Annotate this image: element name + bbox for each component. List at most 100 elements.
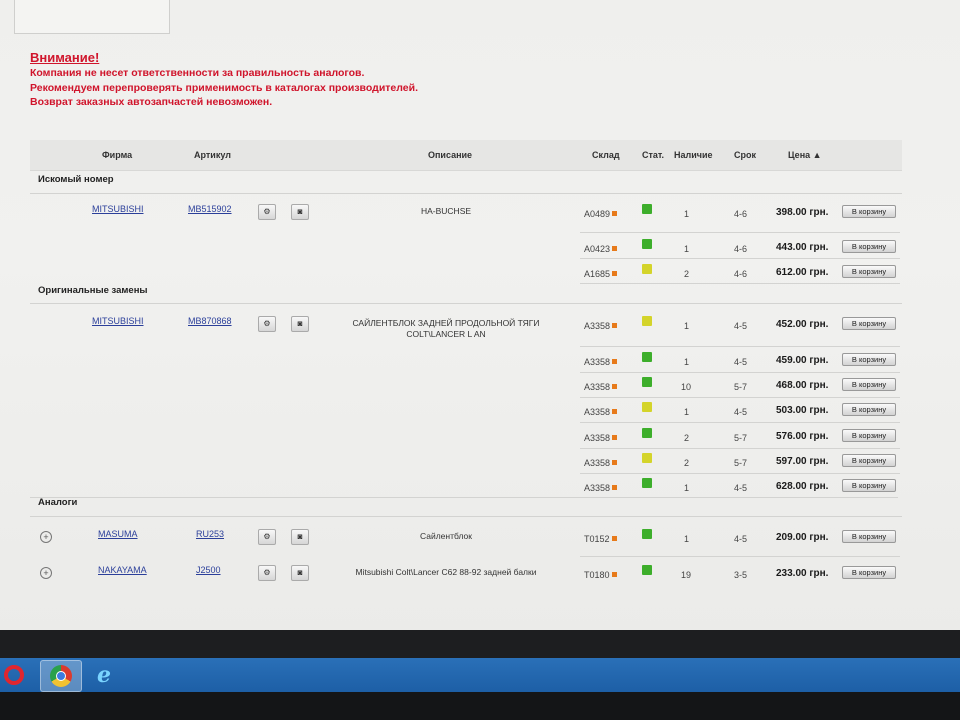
warehouse-code-text: A0423 (584, 244, 611, 254)
add-to-cart-button[interactable]: В корзину (842, 378, 896, 391)
price: 459.00 грн. (776, 355, 829, 366)
add-to-cart-button[interactable]: В корзину (842, 566, 896, 579)
camera-button[interactable]: ◙ (291, 316, 309, 332)
article-link-text[interactable]: MB515902 (188, 204, 232, 214)
internet-explorer-icon[interactable]: e (84, 660, 124, 690)
article-link-text[interactable]: RU253 (196, 529, 224, 539)
add-to-cart-button[interactable]: В корзину (842, 205, 896, 218)
add-to-cart-button[interactable]: В корзину (842, 353, 896, 366)
expand-icon[interactable]: + (40, 531, 52, 543)
article-link-text[interactable]: J2500 (196, 565, 221, 575)
section-analogs: Аналоги (38, 497, 78, 508)
col-term[interactable]: Срок (734, 150, 756, 160)
settings-button[interactable]: ⚙ (258, 565, 276, 581)
delivery-term: 4-5 (734, 407, 748, 417)
divider (30, 193, 902, 194)
status-indicator (642, 565, 652, 575)
article-link[interactable]: RU253 (196, 529, 224, 539)
quantity: 1 (684, 209, 690, 219)
price: 443.00 грн. (776, 242, 829, 253)
price: 597.00 грн. (776, 456, 829, 467)
flag-icon (612, 460, 618, 465)
col-description[interactable]: Описание (428, 150, 472, 160)
firm-link-text[interactable]: MASUMA (98, 529, 138, 539)
col-availability[interactable]: Наличие (674, 150, 713, 160)
firm-link-text[interactable]: NAKAYAMA (98, 565, 147, 575)
firm-link[interactable]: MASUMA (98, 529, 138, 539)
add-to-cart-button[interactable]: В корзину (842, 429, 896, 442)
row-divider (580, 258, 900, 259)
col-price[interactable]: Цена ▲ (788, 150, 822, 160)
quantity: 2 (684, 269, 690, 279)
add-to-cart-button[interactable]: В корзину (842, 454, 896, 467)
quantity: 19 (681, 570, 692, 580)
price: 233.00 грн. (776, 568, 829, 579)
col-warehouse[interactable]: Склад (592, 150, 620, 160)
row-divider (580, 397, 900, 398)
row-divider (580, 372, 900, 373)
article-link-text[interactable]: MB870868 (188, 316, 232, 326)
price: 503.00 грн. (776, 405, 829, 416)
header-box (14, 0, 170, 34)
col-firm[interactable]: Фирма (102, 150, 132, 160)
col-article[interactable]: Артикул (194, 150, 231, 160)
warehouse-code-text: A3358 (584, 321, 611, 331)
section-searched: Искомый номер (38, 174, 114, 185)
quantity: 2 (684, 458, 690, 468)
camera-button[interactable]: ◙ (291, 565, 309, 581)
price: 576.00 грн. (776, 431, 829, 442)
warehouse-code: A3358 (584, 357, 618, 367)
quantity: 1 (684, 321, 690, 331)
flag-icon (612, 409, 618, 414)
settings-button[interactable]: ⚙ (258, 529, 276, 545)
warning-notice: Внимание! Компания не несет ответственно… (30, 50, 418, 110)
add-to-cart-button[interactable]: В корзину (842, 479, 896, 492)
add-to-cart-button[interactable]: В корзину (842, 265, 896, 278)
section-original: Оригинальные замены (38, 285, 148, 296)
camera-button[interactable]: ◙ (291, 529, 309, 545)
warehouse-code: A3358 (584, 458, 618, 468)
firm-link-text[interactable]: MITSUBISHI (92, 316, 144, 326)
row-divider (580, 448, 900, 449)
camera-button[interactable]: ◙ (291, 204, 309, 220)
price: 452.00 грн. (776, 319, 829, 330)
expand-icon[interactable]: + (40, 567, 52, 579)
add-to-cart-button[interactable]: В корзину (842, 403, 896, 416)
settings-button[interactable]: ⚙ (258, 204, 276, 220)
article-link[interactable]: MB870868 (188, 316, 232, 326)
flag-icon (612, 323, 618, 328)
status-indicator (642, 316, 652, 326)
status-indicator (642, 428, 652, 438)
col-status[interactable]: Стат. (642, 150, 664, 160)
row-divider (580, 422, 900, 423)
warehouse-code: A3358 (584, 321, 618, 331)
quantity: 1 (684, 534, 690, 544)
settings-button[interactable]: ⚙ (258, 316, 276, 332)
add-to-cart-button[interactable]: В корзину (842, 530, 896, 543)
add-to-cart-button[interactable]: В корзину (842, 317, 896, 330)
delivery-term: 5-7 (734, 458, 748, 468)
firm-link[interactable]: MITSUBISHI (92, 204, 144, 214)
delivery-term: 4-6 (734, 209, 748, 219)
article-link[interactable]: J2500 (196, 565, 221, 575)
warehouse-code-text: A3358 (584, 483, 611, 493)
article-link[interactable]: MB515902 (188, 204, 232, 214)
flag-icon (611, 572, 617, 577)
warehouse-code: A3358 (584, 433, 618, 443)
taskbar: e (0, 658, 960, 692)
quantity: 1 (684, 244, 690, 254)
warning-title: Внимание! (30, 50, 100, 65)
status-indicator (642, 529, 652, 539)
firm-link-text[interactable]: MITSUBISHI (92, 204, 144, 214)
add-to-cart-button[interactable]: В корзину (842, 240, 896, 253)
chrome-icon[interactable] (40, 660, 82, 692)
warehouse-code-text: A1685 (584, 269, 611, 279)
status-indicator (642, 264, 652, 274)
status-indicator (642, 402, 652, 412)
warehouse-code: T0152 (584, 534, 617, 544)
firm-link[interactable]: MITSUBISHI (92, 316, 144, 326)
status-indicator (642, 239, 652, 249)
opera-icon[interactable] (0, 660, 34, 690)
warehouse-code-text: A3358 (584, 458, 611, 468)
firm-link[interactable]: NAKAYAMA (98, 565, 147, 575)
